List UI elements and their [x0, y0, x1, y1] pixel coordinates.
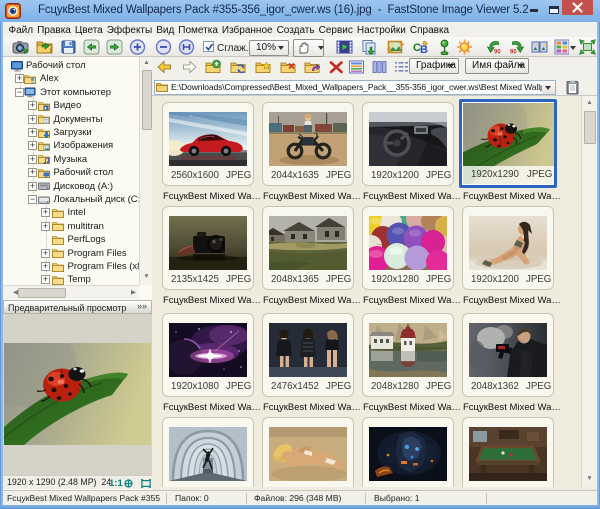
- svg-text:90: 90: [494, 50, 501, 56]
- svg-text:90: 90: [510, 50, 517, 56]
- svg-text:B: B: [420, 44, 428, 55]
